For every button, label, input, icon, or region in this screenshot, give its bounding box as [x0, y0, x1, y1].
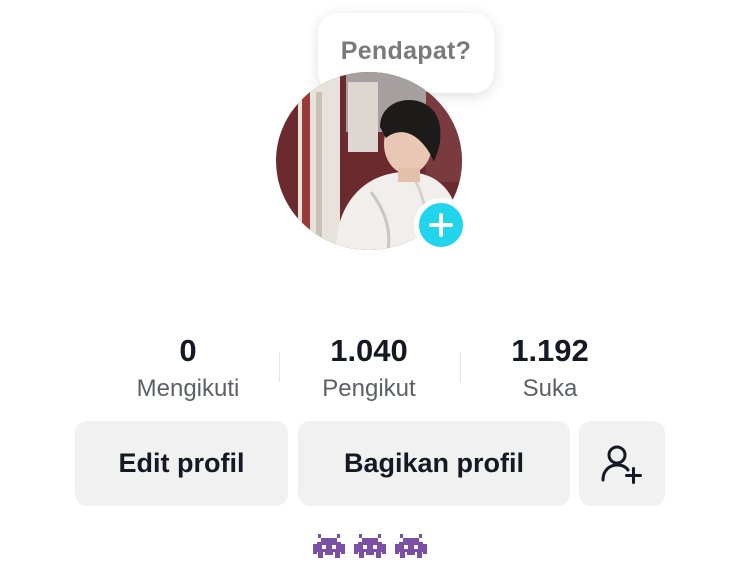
alien-monster-icon — [395, 534, 427, 558]
followers-label: Pengikut — [322, 375, 416, 402]
edit-profile-button[interactable]: Edit profil — [75, 421, 288, 506]
prompt-bubble-text: Pendapat? — [340, 37, 472, 65]
stat-followers[interactable]: 1.040 Pengikut — [284, 332, 454, 404]
stat-likes[interactable]: 1.192 Suka — [465, 332, 635, 404]
share-profile-button[interactable]: Bagikan profil — [298, 421, 570, 506]
stat-following[interactable]: 0 Mengikuti — [103, 332, 273, 404]
likes-label: Suka — [522, 375, 578, 402]
bio — [312, 530, 428, 564]
followers-count: 1.040 — [330, 333, 408, 368]
alien-monster-icon — [354, 534, 386, 558]
plus-icon — [429, 213, 453, 237]
add-story-button[interactable] — [414, 198, 468, 252]
following-count: 0 — [179, 333, 197, 368]
likes-count: 1.192 — [511, 333, 589, 368]
person-add-icon — [601, 445, 642, 484]
stat-divider — [279, 352, 280, 382]
following-label: Mengikuti — [136, 375, 240, 402]
stat-divider — [460, 352, 461, 382]
alien-monster-icon — [313, 534, 345, 558]
add-friend-button[interactable] — [579, 421, 665, 506]
